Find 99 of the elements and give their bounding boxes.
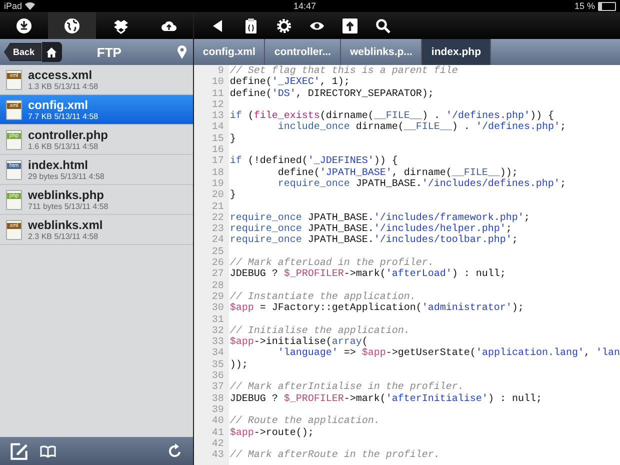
code-editor[interactable] xyxy=(194,65,620,465)
code-line: define('DS', DIRECTORY_SEPARATOR); xyxy=(230,88,434,100)
code-line: } xyxy=(230,190,236,202)
file-details: 1.3 KB 5/13/11 4:58 xyxy=(28,82,98,91)
toolbar-tab[interactable] xyxy=(48,12,96,39)
location-pin-icon[interactable] xyxy=(176,45,187,59)
code-line: JDEBUG ? $_PROFILER->mark('afterLoad') : null; xyxy=(230,269,506,281)
line-number: 17 xyxy=(210,156,225,168)
file-details: 2.3 KB 5/13/11 4:58 xyxy=(28,232,100,241)
line-number: 40 xyxy=(210,416,225,428)
home-icon xyxy=(46,46,58,58)
wifi-icon xyxy=(25,2,36,10)
line-number: 9 xyxy=(216,66,225,77)
settings-icon xyxy=(276,18,292,34)
code-line: } xyxy=(230,134,236,146)
upload-box-icon xyxy=(342,18,358,34)
line-number: 23 xyxy=(210,224,225,236)
line-number: 39 xyxy=(210,404,225,416)
line-number: 12 xyxy=(210,100,225,111)
file-tab[interactable]: index.php xyxy=(422,39,492,65)
code-line: define('_JEXEC', 1); xyxy=(230,77,350,88)
download-circle-icon xyxy=(16,18,32,34)
code-line: // Set flag that this is a parent file xyxy=(230,66,458,77)
code-line: $app = JFactory::getApplication('administrator'); xyxy=(230,303,524,315)
line-number: 24 xyxy=(210,235,225,247)
line-number: 35 xyxy=(210,360,225,371)
code-line: if (file_exists(dirname(__FILE__) . '/defines.php')) { xyxy=(230,111,554,122)
battery-percent: 15 % xyxy=(574,1,595,11)
toolbar-button[interactable] xyxy=(10,442,28,460)
line-number: 15 xyxy=(210,134,225,145)
line-number: 13 xyxy=(210,111,225,122)
file-details: 1.6 KB 5/13/11 4:58 xyxy=(28,142,100,151)
file-details: 711 bytes 5/13/11 4:58 xyxy=(28,202,108,211)
code-line: // Initialise the application. xyxy=(230,326,410,337)
search-icon xyxy=(375,18,392,34)
code-line: define('JPATH_BASE', dirname(__FILE__)); xyxy=(276,168,518,179)
battery-icon xyxy=(598,2,616,10)
code-line: // Instantiate the application. xyxy=(230,292,416,303)
line-number: 29 xyxy=(210,292,225,303)
code-line: JDEBUG ? $_PROFILER->mark('afterInitialise') : null; xyxy=(230,394,542,405)
file-details: 29 bytes 5/13/11 4:58 xyxy=(28,172,104,181)
line-number: 16 xyxy=(210,145,225,156)
line-number: 26 xyxy=(210,258,225,270)
file-name: config.xml xyxy=(28,98,90,112)
line-number: 11 xyxy=(210,88,225,100)
back-button[interactable]: Back xyxy=(4,43,42,61)
line-number: 33 xyxy=(210,337,225,348)
code-line: )); xyxy=(230,360,248,372)
code-line: // Mark afterRoute in the profiler. xyxy=(230,450,440,462)
line-number: 25 xyxy=(210,246,225,258)
code-line: require_once JPATH_BASE.'/includes/framework.php'; xyxy=(230,212,530,224)
line-number: 28 xyxy=(210,280,225,292)
line-number: 31 xyxy=(210,314,225,326)
line-number: 27 xyxy=(210,269,225,281)
code-line: $app->initialise(array( xyxy=(230,337,368,348)
line-number: 22 xyxy=(210,212,225,224)
home-button[interactable] xyxy=(42,42,62,62)
file-details: 7.7 KB 5/13/11 4:58 xyxy=(28,112,98,121)
code-line: require_once JPATH_BASE.'/includes/toolbar.php'; xyxy=(230,235,518,247)
line-number: 20 xyxy=(210,190,225,202)
line-number: 41 xyxy=(210,428,225,439)
file-name: index.html xyxy=(28,158,90,172)
code-line: if (!defined('_JDEFINES')) { xyxy=(230,156,398,168)
code-line: // Mark afterLoad in the profiler. xyxy=(230,258,434,270)
code-line: include_once dirname(__FILE__) . '/defines.php'; xyxy=(276,122,566,134)
open-book-icon xyxy=(38,443,58,459)
file-name: weblinks.php xyxy=(28,188,106,202)
line-number: 34 xyxy=(210,348,225,360)
line-number: 18 xyxy=(210,168,225,179)
compose-icon xyxy=(10,442,28,460)
file-name: weblinks.xml xyxy=(28,218,103,232)
line-number: 32 xyxy=(210,326,225,337)
line-number: 43 xyxy=(210,450,225,462)
file-name: access.xml xyxy=(28,68,94,82)
code-line: require_once JPATH_BASE.'/includes/defines.php'; xyxy=(276,178,566,190)
line-number: 21 xyxy=(210,202,225,213)
panel-title: FTP xyxy=(96,44,122,60)
line-number: 37 xyxy=(210,382,225,394)
toolbar-button[interactable] xyxy=(166,443,183,459)
line-number: 14 xyxy=(210,122,225,134)
box-icon xyxy=(112,18,129,34)
code-line: $app->route(); xyxy=(230,428,314,439)
line-number: 36 xyxy=(210,371,225,382)
clipboard-icon xyxy=(243,18,260,34)
code-line: 'language' => $app->getUserState('application.lang', 'lan xyxy=(276,348,620,360)
line-number: 42 xyxy=(210,438,225,450)
file-name: controller.php xyxy=(28,128,108,142)
line-number: 30 xyxy=(210,303,225,315)
code-line: // Route the application. xyxy=(230,416,380,428)
globe-icon xyxy=(64,18,80,34)
line-number: 38 xyxy=(210,394,225,405)
clock: 14:47 xyxy=(293,1,316,11)
refresh-icon xyxy=(166,443,183,459)
code-line: require_once JPATH_BASE.'/includes/helper.php'; xyxy=(230,224,512,236)
line-number: 10 xyxy=(210,77,225,89)
line-number: 19 xyxy=(210,178,225,190)
code-line: // Mark afterIntialise in the profiler. xyxy=(230,382,464,394)
toolbar-button[interactable] xyxy=(38,443,58,459)
device-name: iPad xyxy=(4,1,22,11)
